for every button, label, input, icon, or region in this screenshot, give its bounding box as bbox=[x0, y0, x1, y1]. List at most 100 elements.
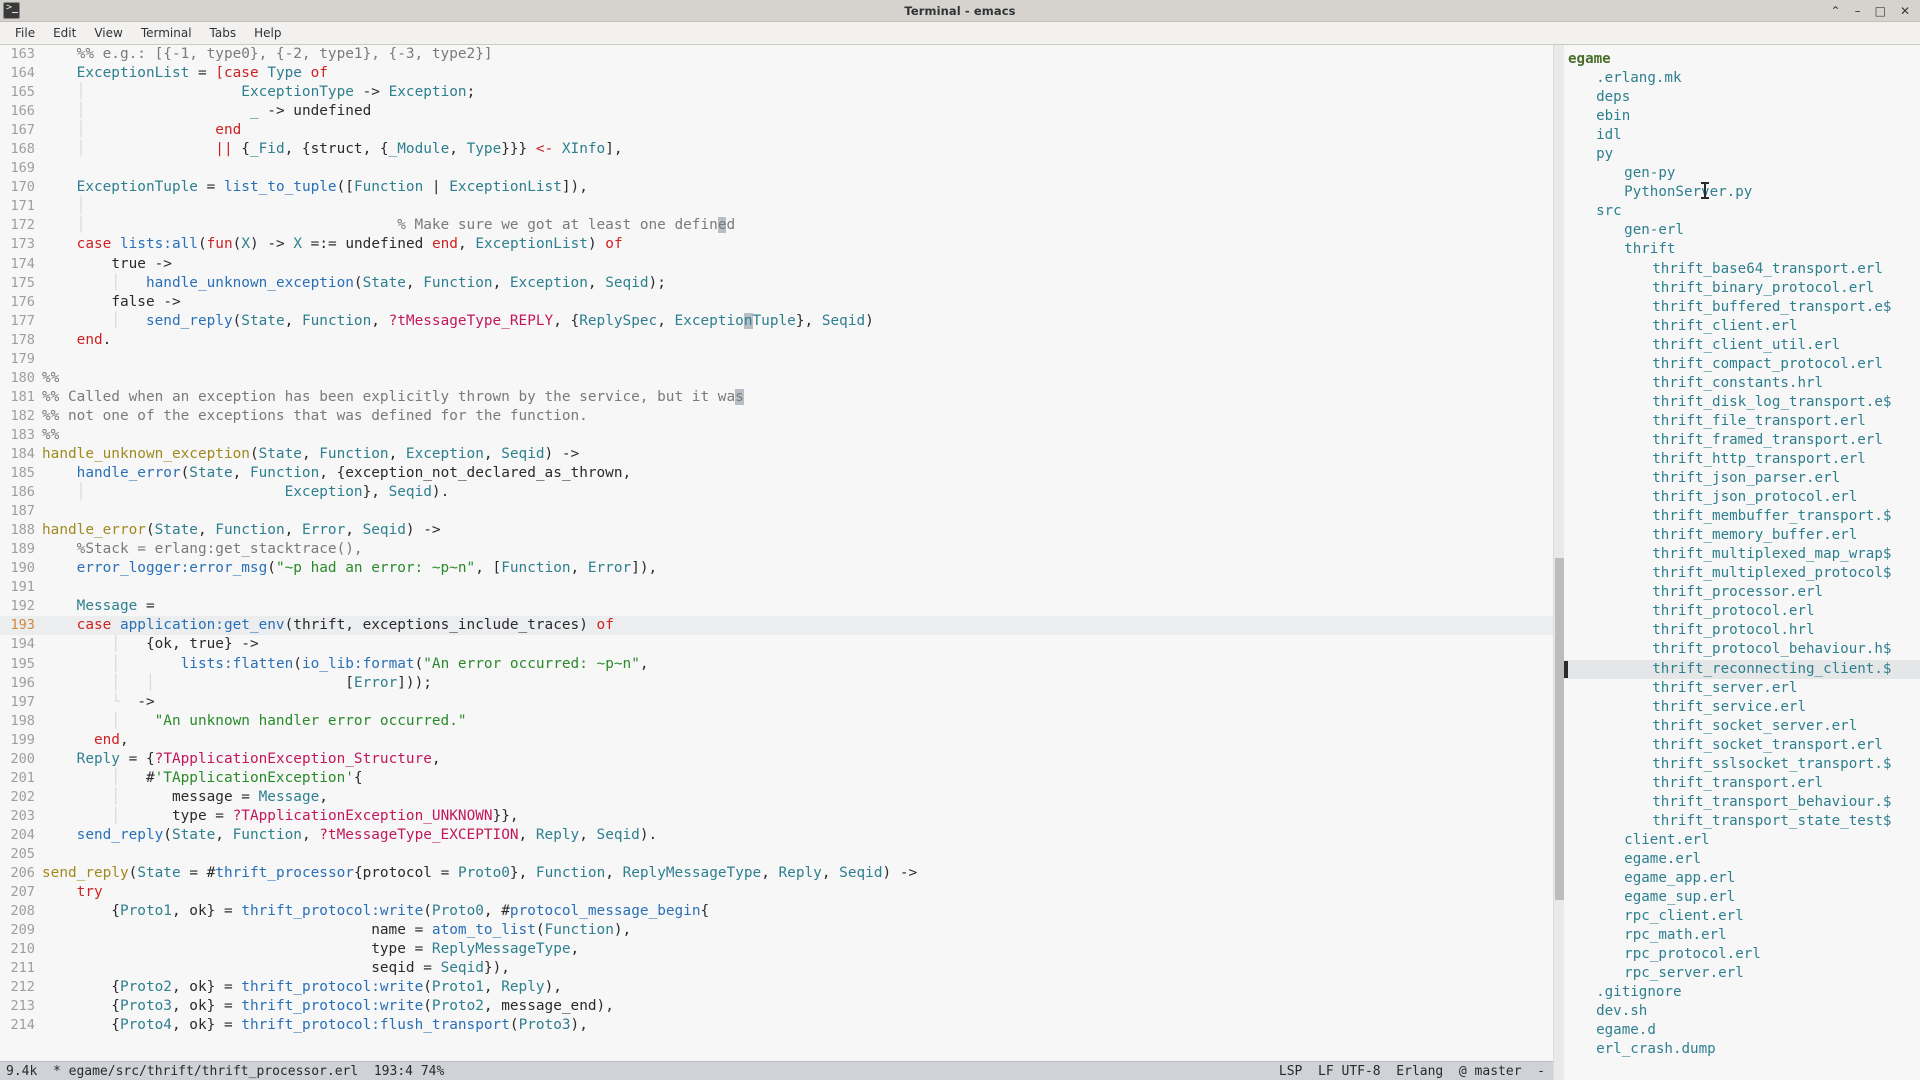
code-text[interactable] bbox=[42, 578, 1553, 597]
file-tree-item[interactable]: thrift_file_transport.erl bbox=[1564, 412, 1920, 431]
file-tree-item[interactable]: thrift_protocol.erl bbox=[1564, 602, 1920, 621]
code-text[interactable]: end, bbox=[42, 731, 1553, 750]
code-text[interactable]: │ Exception}, Seqid). bbox=[42, 483, 1553, 502]
code-line[interactable]: 187 bbox=[0, 502, 1553, 521]
file-tree-item[interactable]: thrift_json_protocol.erl bbox=[1564, 488, 1920, 507]
code-text[interactable]: %Stack = erlang:get_stacktrace(), bbox=[42, 540, 1553, 559]
file-tree-item[interactable]: egame.d bbox=[1564, 1021, 1920, 1040]
file-tree-item[interactable]: thrift_framed_transport.erl bbox=[1564, 431, 1920, 450]
file-tree-item[interactable]: thrift_multiplexed_protocol$ bbox=[1564, 564, 1920, 583]
code-text[interactable]: {Proto4, ok} = thrift_protocol:flush_tra… bbox=[42, 1016, 1553, 1035]
code-text[interactable]: │ {ok, true} -> bbox=[42, 635, 1553, 654]
minimize-button[interactable]: – bbox=[1855, 5, 1861, 17]
code-line[interactable]: 199 end, bbox=[0, 731, 1553, 750]
code-text[interactable]: │ bbox=[42, 197, 1553, 216]
file-tree-item[interactable]: deps bbox=[1564, 88, 1920, 107]
file-tree-item[interactable]: thrift_socket_transport.erl bbox=[1564, 736, 1920, 755]
code-line[interactable]: 183%% bbox=[0, 426, 1553, 445]
code-line[interactable]: 168 │ || {_Fid, {struct, {_Module, Type}… bbox=[0, 140, 1553, 159]
code-text[interactable]: │ || {_Fid, {struct, {_Module, Type}}} <… bbox=[42, 140, 1553, 159]
code-line[interactable]: 164 ExceptionList = [case Type of bbox=[0, 64, 1553, 83]
file-tree-item[interactable]: thrift_binary_protocol.erl bbox=[1564, 279, 1920, 298]
file-tree-item[interactable]: py bbox=[1564, 145, 1920, 164]
file-tree-item[interactable]: thrift_socket_server.erl bbox=[1564, 717, 1920, 736]
code-line[interactable]: 170 ExceptionTuple = list_to_tuple([Func… bbox=[0, 178, 1553, 197]
code-line[interactable]: 167 │ end bbox=[0, 121, 1553, 140]
file-tree-item[interactable]: thrift_client_util.erl bbox=[1564, 336, 1920, 355]
code-text[interactable]: │ lists:flatten(io_lib:format("An error … bbox=[42, 655, 1553, 674]
code-text[interactable]: │ end bbox=[42, 121, 1553, 140]
code-line[interactable]: 181 %% Called when an exception has been … bbox=[0, 388, 1553, 407]
file-tree-item[interactable]: thrift_http_transport.erl bbox=[1564, 450, 1920, 469]
code-line[interactable]: 200 Reply = {?TApplicationException_Stru… bbox=[0, 750, 1553, 769]
code-text[interactable]: send_reply(State = #thrift_processor{pro… bbox=[42, 864, 1553, 883]
code-text[interactable]: end. bbox=[42, 331, 1553, 350]
code-line[interactable]: 172 │ % Make sure we got at least one de… bbox=[0, 216, 1553, 235]
file-tree-item[interactable]: thrift_constants.hrl bbox=[1564, 374, 1920, 393]
code-text[interactable]: │ "An unknown handler error occurred." bbox=[42, 712, 1553, 731]
code-text[interactable]: case application:get_env(thrift, excepti… bbox=[42, 616, 1553, 635]
code-line[interactable]: 206 send_reply(State = #thrift_processor{… bbox=[0, 864, 1553, 883]
rollup-button[interactable]: ⌃ bbox=[1831, 5, 1841, 17]
code-line[interactable]: 198 │ "An unknown handler error occurred… bbox=[0, 712, 1553, 731]
code-text[interactable]: {Proto1, ok} = thrift_protocol:write(Pro… bbox=[42, 902, 1553, 921]
file-tree-item[interactable]: egame_app.erl bbox=[1564, 869, 1920, 888]
file-tree-item[interactable]: thrift bbox=[1564, 240, 1920, 259]
code-text[interactable]: │ _ -> undefined bbox=[42, 102, 1553, 121]
code-line[interactable]: 177 │ send_reply(State, Function, ?tMess… bbox=[0, 312, 1553, 331]
code-line[interactable]: 194 │ {ok, true} -> bbox=[0, 635, 1553, 654]
code-text[interactable]: Reply = {?TApplicationException_Structur… bbox=[42, 750, 1553, 769]
file-tree-item[interactable]: thrift_json_parser.erl bbox=[1564, 469, 1920, 488]
code-line[interactable]: 193 case application:get_env(thrift, exc… bbox=[0, 616, 1553, 636]
code-text[interactable]: false -> bbox=[42, 293, 1553, 312]
vertical-scrollbar[interactable] bbox=[1553, 45, 1564, 1080]
file-tree-item[interactable]: dev.sh bbox=[1564, 1002, 1920, 1021]
code-line[interactable]: 212 {Proto2, ok} = thrift_protocol:write… bbox=[0, 978, 1553, 997]
scrollbar-thumb[interactable] bbox=[1555, 558, 1564, 900]
file-tree-item[interactable]: thrift_server.erl bbox=[1564, 679, 1920, 698]
code-line[interactable]: 184 handle_unknown_exception(State, Funct… bbox=[0, 445, 1553, 464]
file-tree-item[interactable]: idl bbox=[1564, 126, 1920, 145]
code-text[interactable]: {Proto3, ok} = thrift_protocol:write(Pro… bbox=[42, 997, 1553, 1016]
menu-item-terminal[interactable]: Terminal bbox=[132, 24, 201, 42]
code-text[interactable]: │ send_reply(State, Function, ?tMessageT… bbox=[42, 312, 1553, 331]
code-text[interactable]: send_reply(State, Function, ?tMessageTyp… bbox=[42, 826, 1553, 845]
code-text[interactable]: │ message = Message, bbox=[42, 788, 1553, 807]
code-text[interactable]: %% bbox=[42, 426, 1553, 445]
code-line[interactable]: 191 bbox=[0, 578, 1553, 597]
code-text[interactable]: true -> bbox=[42, 255, 1553, 274]
file-tree-item[interactable]: thrift_membuffer_transport.$ bbox=[1564, 507, 1920, 526]
file-tree-item[interactable]: thrift_protocol_behaviour.h$ bbox=[1564, 640, 1920, 659]
file-tree-sidebar[interactable]: egame .erlang.mk deps ebin idl py gen-py… bbox=[1564, 45, 1920, 1080]
file-tree-item[interactable]: thrift_transport_behaviour.$ bbox=[1564, 793, 1920, 812]
file-tree-item[interactable]: thrift_transport_state_test$ bbox=[1564, 812, 1920, 831]
code-text[interactable]: │ │ [Error])); bbox=[42, 674, 1553, 693]
code-editor-pane[interactable]: 163 %% e.g.: [{-1, type0}, {-2, type1}, … bbox=[0, 45, 1553, 1080]
file-tree-item[interactable]: thrift_client.erl bbox=[1564, 317, 1920, 336]
file-tree-item[interactable]: thrift_buffered_transport.e$ bbox=[1564, 298, 1920, 317]
code-text[interactable]: │ #'TApplicationException'{ bbox=[42, 769, 1553, 788]
code-line[interactable]: 201 │ #'TApplicationException'{ bbox=[0, 769, 1553, 788]
file-tree-item[interactable]: thrift_memory_buffer.erl bbox=[1564, 526, 1920, 545]
code-line[interactable]: 211 seqid = Seqid}), bbox=[0, 959, 1553, 978]
menu-item-file[interactable]: File bbox=[6, 24, 44, 42]
code-line[interactable]: 176 false -> bbox=[0, 293, 1553, 312]
code-line[interactable]: 208 {Proto1, ok} = thrift_protocol:write… bbox=[0, 902, 1553, 921]
file-tree-item[interactable]: thrift_processor.erl bbox=[1564, 583, 1920, 602]
code-line[interactable]: 202 │ message = Message, bbox=[0, 788, 1553, 807]
file-tree-item[interactable]: gen-erl bbox=[1564, 221, 1920, 240]
code-line[interactable]: 197 └ -> bbox=[0, 693, 1553, 712]
code-line[interactable]: 174 true -> bbox=[0, 255, 1553, 274]
code-text[interactable]: handle_unknown_exception(State, Function… bbox=[42, 445, 1553, 464]
file-tree-item[interactable]: rpc_client.erl bbox=[1564, 907, 1920, 926]
code-text[interactable]: handle_error(State, Function, {exception… bbox=[42, 464, 1553, 483]
code-line[interactable]: 182 %% not one of the exceptions that was… bbox=[0, 407, 1553, 426]
code-text[interactable]: seqid = Seqid}), bbox=[42, 959, 1553, 978]
code-line[interactable]: 196 │ │ [Error])); bbox=[0, 674, 1553, 693]
code-text[interactable]: %% Called when an exception has been exp… bbox=[42, 388, 1553, 407]
code-line[interactable]: 195 │ lists:flatten(io_lib:format("An er… bbox=[0, 655, 1553, 674]
menu-item-edit[interactable]: Edit bbox=[44, 24, 85, 42]
code-text[interactable]: └ -> bbox=[42, 693, 1553, 712]
file-tree-root[interactable]: egame bbox=[1564, 50, 1920, 69]
code-text[interactable]: │ handle_unknown_exception(State, Functi… bbox=[42, 274, 1553, 293]
